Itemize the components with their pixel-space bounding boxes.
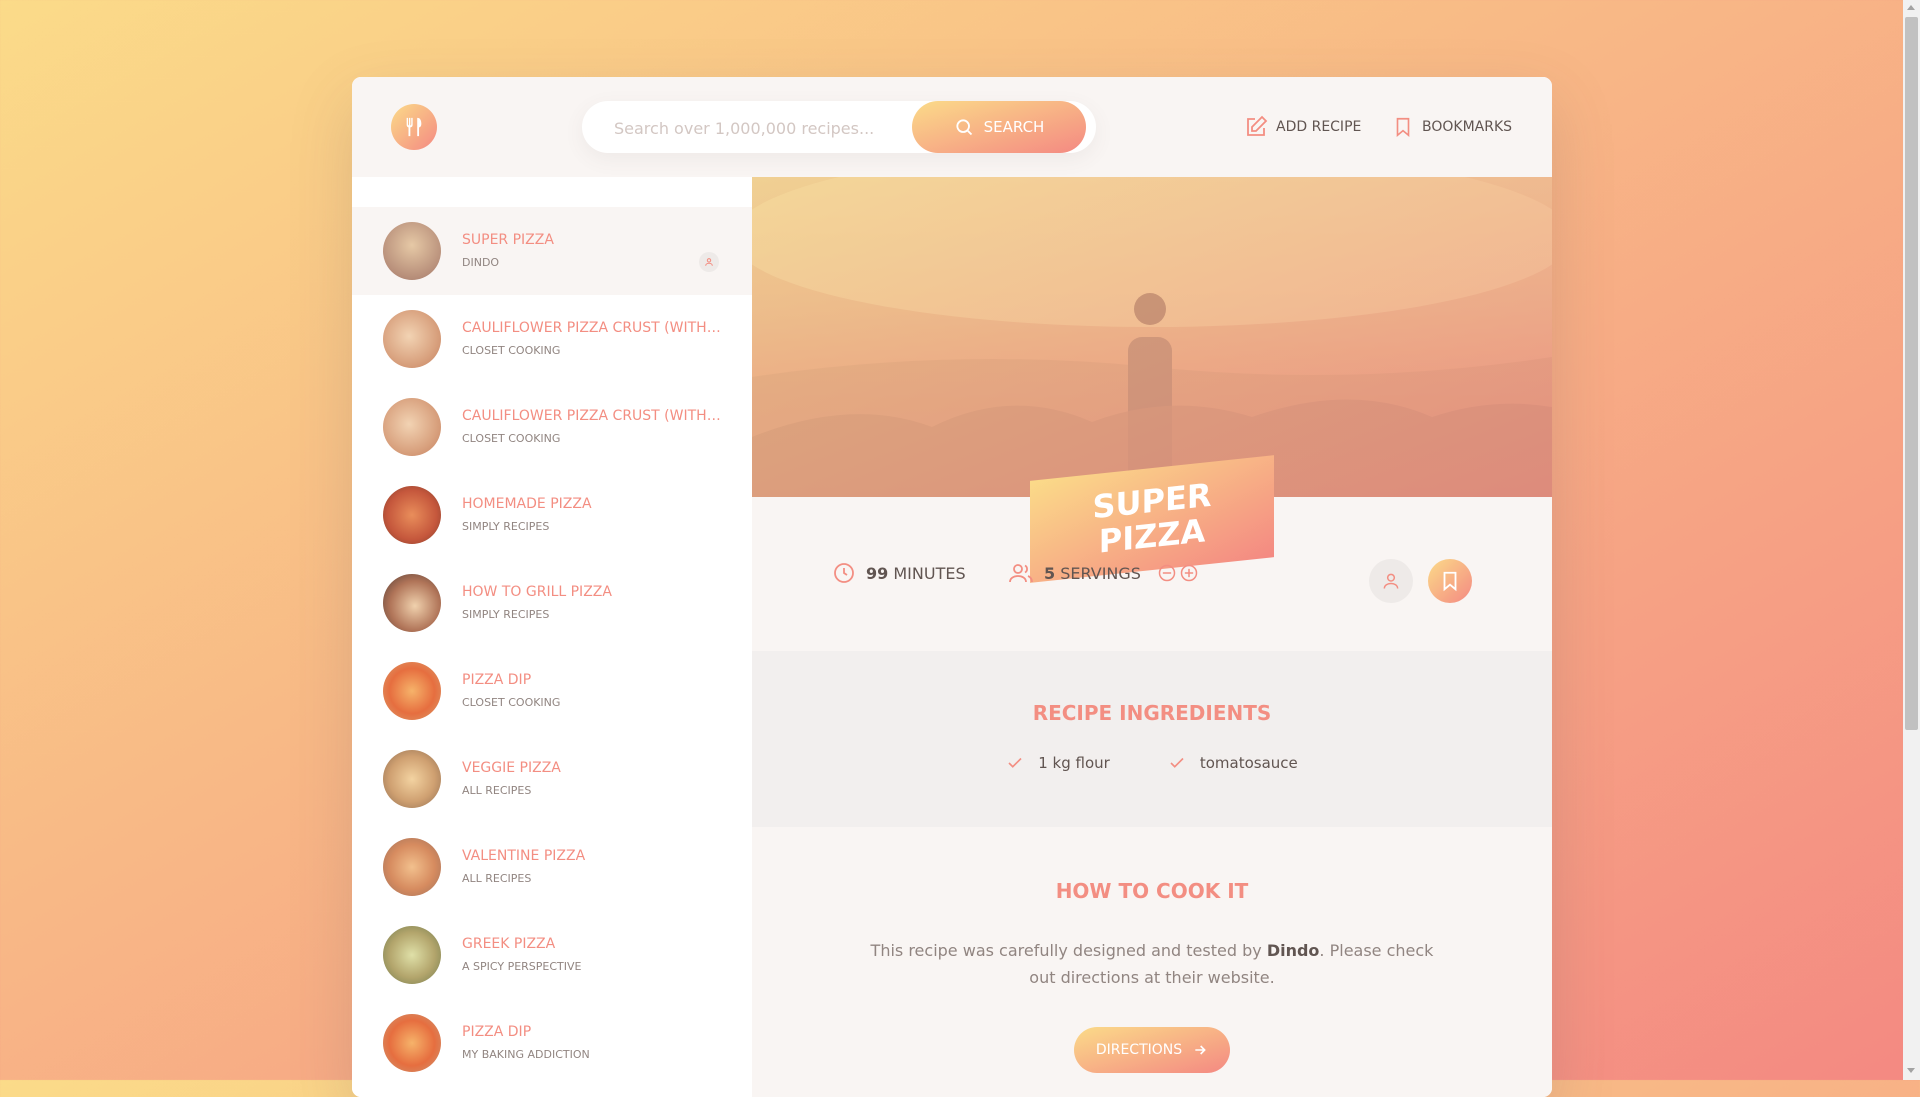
result-thumbnail xyxy=(383,574,441,632)
cooking-time-unit: minutes xyxy=(893,563,966,583)
result-item[interactable]: Valentine Pizza All Recipes xyxy=(352,823,752,911)
recipe-view: Super Pizza 99 minutes 5 servings xyxy=(752,177,1552,1097)
directions-button[interactable]: Directions xyxy=(1074,1027,1230,1073)
result-thumbnail xyxy=(383,662,441,720)
result-thumbnail xyxy=(383,310,441,368)
add-recipe-button[interactable]: Add recipe xyxy=(1244,109,1361,145)
result-item[interactable]: Cauliflower Pizza Crust (with BBQ Chicke… xyxy=(352,295,752,383)
bookmarks-label: Bookmarks xyxy=(1422,119,1513,135)
result-title: Valentine Pizza xyxy=(462,848,586,864)
ingredient-item: tomatosauce xyxy=(1168,754,1298,772)
result-publisher: Closet Cooking xyxy=(462,696,561,709)
search-results: Super Pizza Dindo Cauliflower Pizza Crus… xyxy=(352,177,752,1097)
recipe-details: 99 minutes 5 servings xyxy=(752,497,1552,651)
result-thumbnail xyxy=(383,1014,441,1072)
result-publisher: Dindo xyxy=(462,256,500,269)
cooking-time-value: 99 xyxy=(866,563,889,583)
result-publisher: All Recipes xyxy=(462,872,532,885)
ingredient-text: 1 kg flour xyxy=(1038,754,1110,772)
result-item[interactable]: Super Pizza Dindo xyxy=(352,207,752,295)
directions-text: This recipe was carefully designed and t… xyxy=(862,937,1442,991)
hero-gradient-overlay xyxy=(752,177,1552,497)
fork-knife-icon xyxy=(406,117,422,137)
result-thumbnail xyxy=(383,838,441,896)
user-icon xyxy=(1383,573,1399,589)
ingredient-item: 1 kg flour xyxy=(1006,754,1110,772)
result-title: Veggie Pizza xyxy=(462,760,561,776)
result-item[interactable]: Homemade Pizza Simply Recipes xyxy=(352,471,752,559)
bookmarks-button[interactable]: Bookmarks xyxy=(1392,109,1512,145)
search-form: Search xyxy=(582,101,1096,155)
bookmark-icon xyxy=(1443,571,1457,592)
result-item[interactable]: How to Grill Pizza Simply Recipes xyxy=(352,559,752,647)
logo[interactable] xyxy=(391,104,437,150)
result-item[interactable]: Pizza Dip My Baking Addiction xyxy=(352,999,752,1087)
result-title: Homemade Pizza xyxy=(462,496,592,512)
check-icon xyxy=(1170,757,1184,768)
add-recipe-label: Add recipe xyxy=(1276,119,1362,135)
result-title: Cauliflower Pizza Crust (with BBQ Chicke… xyxy=(462,320,722,336)
result-title: How to Grill Pizza xyxy=(462,584,612,600)
app-container: Search Add recipe Bookmarks Super Pizza … xyxy=(352,77,1552,1097)
clock-icon xyxy=(834,563,854,583)
arrow-right-icon xyxy=(1195,1045,1206,1055)
result-item[interactable]: Cauliflower Pizza Crust (with BBQ Chicke… xyxy=(352,383,752,471)
scroll-up-arrow-icon[interactable] xyxy=(1907,5,1915,10)
minus-circle-icon[interactable] xyxy=(1157,563,1177,583)
directions-text-part: This recipe was carefully designed and t… xyxy=(870,941,1267,960)
result-publisher: Simply Recipes xyxy=(462,520,550,533)
scrollbar-thumb[interactable] xyxy=(1905,17,1918,730)
result-publisher: A Spicy Perspective xyxy=(462,960,582,973)
bookmark-recipe-button[interactable] xyxy=(1428,559,1472,603)
recipe-image xyxy=(752,177,1552,497)
users-icon xyxy=(1009,564,1033,583)
servings: 5 servings xyxy=(1008,561,1199,585)
result-item[interactable]: Veggie Pizza All Recipes xyxy=(352,735,752,823)
result-thumbnail xyxy=(383,750,441,808)
result-thumbnail xyxy=(383,222,441,280)
result-title: Greek Pizza xyxy=(462,936,556,952)
ingredient-list: 1 kg flour tomatosauce xyxy=(752,754,1552,772)
result-publisher: Closet Cooking xyxy=(462,344,561,357)
search-button-label: Search xyxy=(983,118,1045,136)
result-title: Cauliflower Pizza Crust (with BBQ Chicke… xyxy=(462,408,722,424)
result-publisher: Closet Cooking xyxy=(462,432,561,445)
recipe-ingredients: Recipe ingredients 1 kg flour tomatosauc… xyxy=(752,651,1552,827)
header: Search Add recipe Bookmarks xyxy=(352,77,1552,177)
search-input[interactable] xyxy=(612,101,896,155)
result-publisher: My Baking Addiction xyxy=(462,1048,590,1061)
result-publisher: All Recipes xyxy=(462,784,532,797)
result-thumbnail xyxy=(383,926,441,984)
result-item[interactable]: Greek Pizza A Spicy Perspective xyxy=(352,911,752,999)
directions-heading: How to cook it xyxy=(1055,879,1249,903)
ingredient-text: tomatosauce xyxy=(1199,754,1298,772)
result-thumbnail xyxy=(383,486,441,544)
result-item[interactable]: Pizza Dip Closet Cooking xyxy=(352,647,752,735)
edit-icon xyxy=(1247,115,1268,136)
check-icon xyxy=(1008,757,1022,768)
scroll-down-arrow-icon[interactable] xyxy=(1907,1068,1915,1073)
ingredients-heading: Recipe ingredients xyxy=(1032,701,1272,725)
servings-unit: servings xyxy=(1060,563,1141,583)
directions-publisher: Dindo xyxy=(1266,941,1320,960)
recipe-directions: How to cook it This recipe was carefully… xyxy=(752,827,1552,1097)
servings-value: 5 xyxy=(1044,563,1056,583)
result-thumbnail xyxy=(383,398,441,456)
result-title: Pizza Dip xyxy=(462,1024,532,1040)
result-publisher: Simply Recipes xyxy=(462,608,550,621)
user-generated-icon xyxy=(699,252,719,272)
directions-button-label: Directions xyxy=(1095,1042,1183,1058)
page-scrollbar[interactable] xyxy=(1903,0,1920,1080)
search-button[interactable]: Search xyxy=(912,101,1086,153)
bookmark-icon xyxy=(1396,117,1410,138)
plus-circle-icon[interactable] xyxy=(1179,563,1199,583)
result-title: Pizza Dip xyxy=(462,672,532,688)
cooking-time: 99 minutes xyxy=(832,561,966,585)
search-icon xyxy=(956,119,972,136)
user-generated-badge xyxy=(1369,559,1413,603)
result-title: Super Pizza xyxy=(462,232,554,248)
